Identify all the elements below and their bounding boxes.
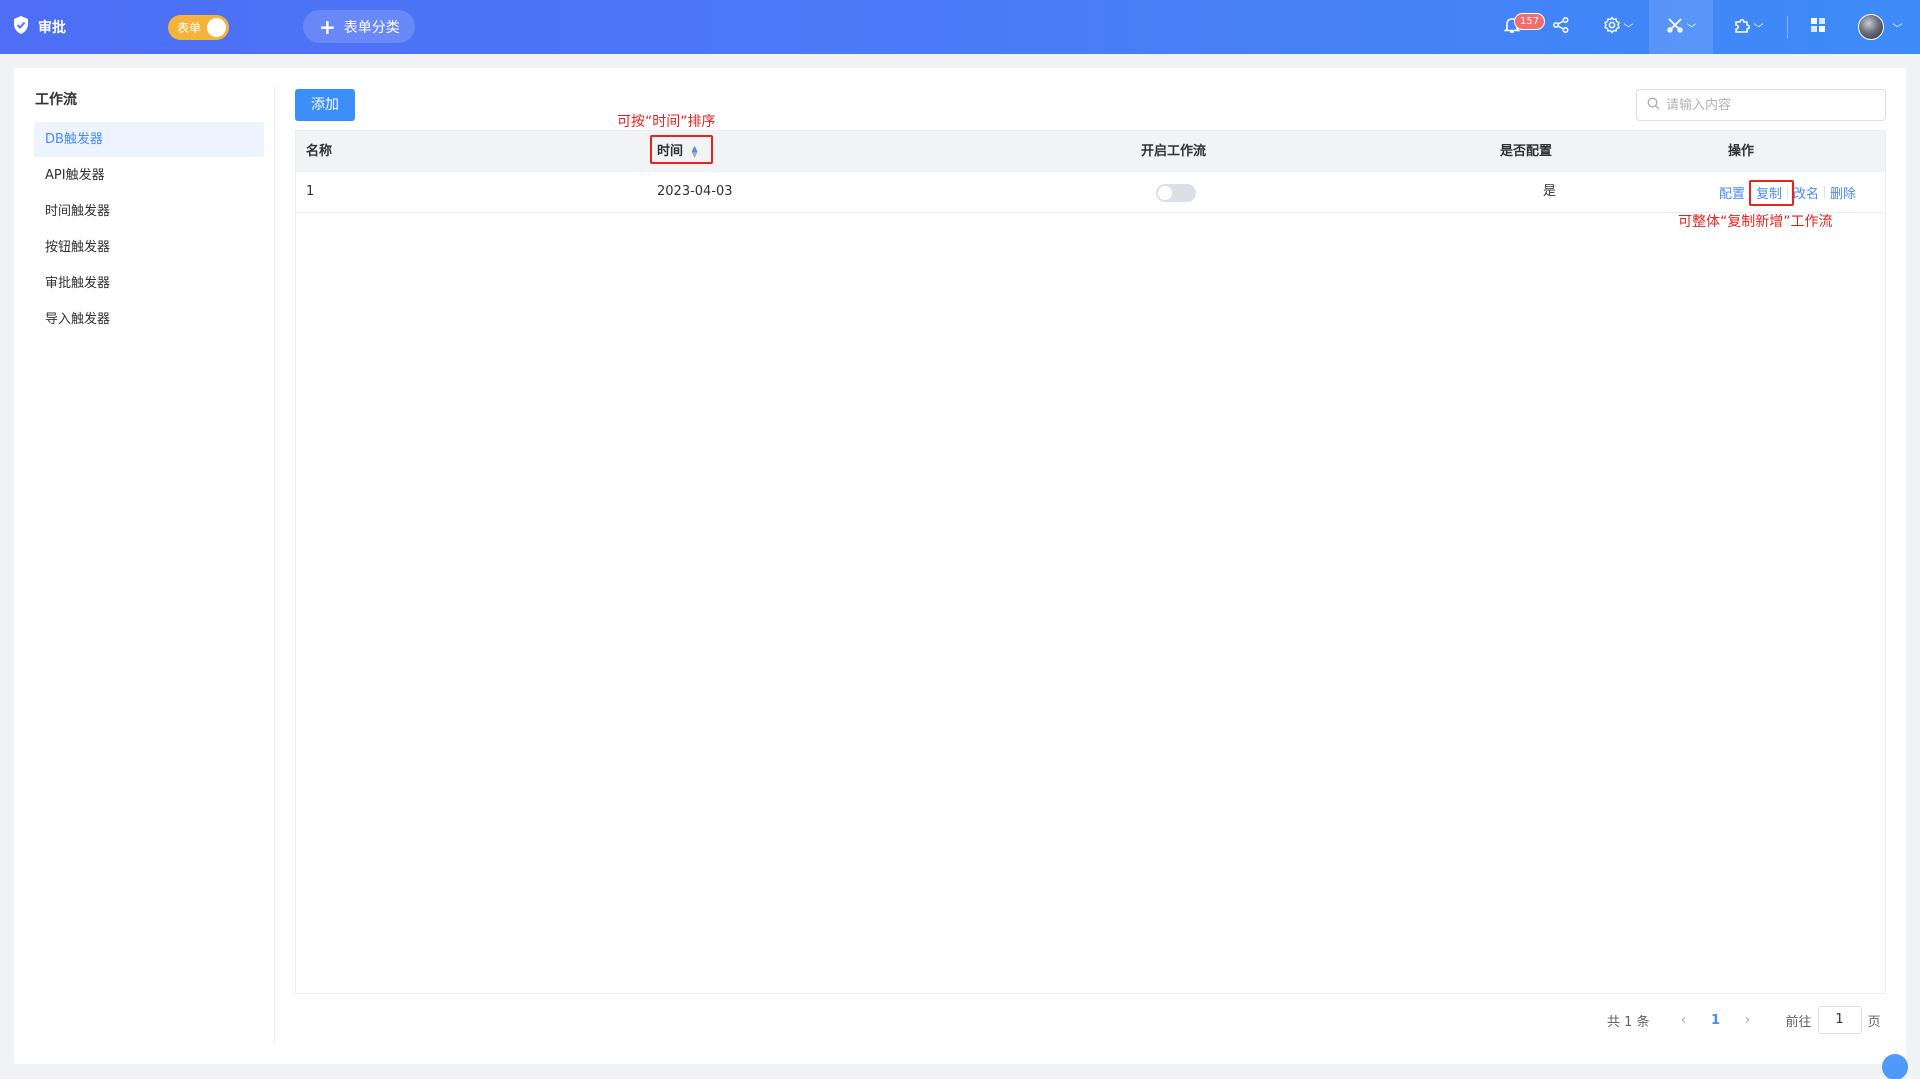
- sidebar: 工作流 DB触发器 API触发器 时间触发器 按钮触发器 审批触发器 导入触发器: [14, 68, 274, 1048]
- sidebar-item-import-trigger[interactable]: 导入触发器: [34, 302, 264, 337]
- tools-menu[interactable]: ﹀: [1649, 0, 1713, 54]
- page-suffix: 页: [1867, 1014, 1881, 1030]
- user-menu[interactable]: ﹀: [1852, 0, 1908, 54]
- column-header-enabled: 开启工作流: [1141, 144, 1207, 159]
- column-header-configured: 是否配置: [1500, 144, 1553, 159]
- chevron-down-icon: ﹀: [1623, 23, 1634, 35]
- sidebar-divider: [274, 86, 275, 1044]
- top-bar: 审批 表单 + 表单分类 157 ﹀ ﹀ ﹀ ﹀: [0, 0, 1920, 54]
- configure-link[interactable]: 配置: [1714, 183, 1750, 202]
- copy-annotation: 可整体“复制新增”工作流: [1678, 214, 1833, 230]
- copy-highlight-box: [1749, 180, 1794, 206]
- sidebar-item-db-trigger[interactable]: DB触发器: [34, 122, 264, 157]
- search-icon: [1647, 97, 1660, 114]
- apps-button[interactable]: [1800, 0, 1836, 54]
- settings-menu[interactable]: ﹀: [1596, 0, 1640, 54]
- sidebar-title: 工作流: [35, 92, 77, 108]
- workflow-table: 名称 时间 ▲ ▼ 开启工作流 是否配置 操作 1 2023-04-03 是 配置…: [295, 130, 1886, 994]
- goto-page-input[interactable]: 1: [1817, 1006, 1862, 1034]
- column-header-actions: 操作: [1728, 144, 1755, 159]
- shield-check-icon: [12, 15, 30, 39]
- tools-icon: [1666, 16, 1684, 38]
- column-header-name: 名称: [306, 144, 333, 159]
- plugin-menu[interactable]: ﹀: [1720, 0, 1776, 54]
- plus-icon: +: [319, 14, 336, 39]
- share-button[interactable]: [1546, 0, 1576, 54]
- sidebar-item-approval-trigger[interactable]: 审批触发器: [34, 266, 264, 301]
- gear-icon: [1603, 16, 1621, 38]
- switch-knob: [1158, 186, 1172, 200]
- form-toggle-label: 表单: [177, 21, 202, 35]
- app-title: 审批: [38, 20, 66, 36]
- main-card: 工作流 DB触发器 API触发器 时间触发器 按钮触发器 审批触发器 导入触发器…: [14, 68, 1906, 1064]
- pagination: 共 1 条 ‹ 1 › 前往 1 页: [1607, 1006, 1881, 1034]
- sidebar-item-button-trigger[interactable]: 按钮触发器: [34, 230, 264, 265]
- prev-page-icon[interactable]: ‹: [1670, 1012, 1698, 1028]
- sort-highlight-box: [650, 135, 713, 164]
- table-row: 1 2023-04-03 是 配置 复制 改名 删除: [296, 172, 1885, 213]
- sidebar-item-api-trigger[interactable]: API触发器: [34, 158, 264, 193]
- delete-link[interactable]: 删除: [1825, 183, 1861, 202]
- add-button[interactable]: 添加: [295, 89, 355, 121]
- search-box: [1636, 89, 1886, 121]
- avatar: [1857, 14, 1884, 40]
- chevron-down-icon: ﹀: [1892, 23, 1903, 35]
- help-bubble-icon[interactable]: [1882, 1054, 1908, 1079]
- notification-badge: 157: [1514, 13, 1546, 30]
- form-category-label: 表单分类: [343, 19, 400, 36]
- table-header: 名称 时间 ▲ ▼ 开启工作流 是否配置 操作: [296, 131, 1885, 172]
- apps-grid-icon: [1809, 16, 1827, 38]
- search-input[interactable]: [1666, 97, 1876, 113]
- app-logo[interactable]: 审批: [12, 15, 66, 39]
- chevron-down-icon: ﹀: [1686, 23, 1697, 35]
- goto-label: 前往: [1785, 1014, 1812, 1030]
- form-category-button[interactable]: + 表单分类: [303, 10, 415, 43]
- cell-configured: 是: [1543, 184, 1557, 199]
- form-mode-toggle[interactable]: 表单: [168, 15, 229, 40]
- toggle-knob: [207, 18, 226, 37]
- page-number[interactable]: 1: [1698, 1013, 1734, 1028]
- pagination-total: 共 1 条: [1607, 1014, 1650, 1030]
- topbar-divider: [1787, 16, 1788, 38]
- sort-annotation: 可按“时间”排序: [617, 114, 716, 130]
- cell-time: 2023-04-03: [657, 184, 733, 199]
- chevron-down-icon: ﹀: [1753, 23, 1764, 35]
- next-page-icon[interactable]: ›: [1734, 1012, 1762, 1028]
- enable-workflow-switch[interactable]: [1156, 184, 1196, 202]
- cell-name: 1: [306, 184, 315, 199]
- sidebar-item-time-trigger[interactable]: 时间触发器: [34, 194, 264, 229]
- share-icon: [1552, 16, 1570, 38]
- puzzle-icon: [1733, 16, 1751, 38]
